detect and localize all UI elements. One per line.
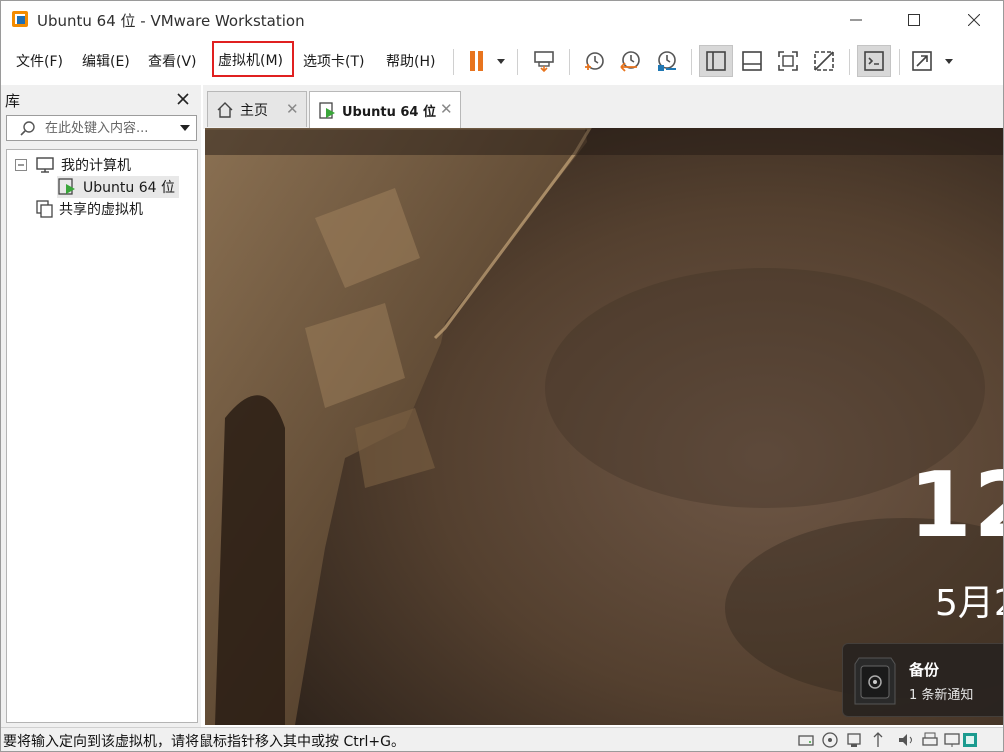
ubuntu-top-bar: [205, 128, 1003, 155]
unity-mode-icon: [814, 51, 834, 71]
tab-bar: 主页 ✕ Ubuntu 64 位 ✕: [203, 85, 1003, 129]
cd-dvd-icon[interactable]: [821, 731, 839, 749]
menu-vm[interactable]: 虚拟机(M): [212, 41, 294, 77]
menu-file[interactable]: 文件(F): [16, 51, 63, 73]
library-search-box[interactable]: [6, 115, 197, 141]
menu-edit[interactable]: 编辑(E): [82, 51, 130, 73]
stretch-guest-button[interactable]: [907, 45, 957, 77]
notification-body: 1 条新通知: [909, 688, 974, 703]
printer-icon[interactable]: [921, 731, 939, 749]
pause-button[interactable]: [459, 45, 507, 77]
collapse-icon[interactable]: [15, 159, 27, 171]
snapshot-icon: [585, 52, 604, 70]
revert-snapshot-button[interactable]: [613, 45, 647, 77]
library-title: 库: [5, 92, 21, 110]
library-panel: 库 我的计算机: [1, 85, 201, 727]
show-library-button[interactable]: [699, 45, 733, 77]
tree-item-my-computer[interactable]: 我的计算机: [15, 154, 131, 176]
snapshot-manager-button[interactable]: [649, 45, 683, 77]
pause-icon: [470, 51, 505, 71]
revert-snapshot-icon: [620, 51, 640, 72]
menu-toolbar: 文件(F) 编辑(E) 查看(V) 虚拟机(M) 选项卡(T) 帮助(H): [1, 39, 1003, 83]
vm-console[interactable]: 12 5月2 备份 1 条新通知: [205, 128, 1003, 725]
running-vm-icon: [58, 178, 75, 195]
backup-icon: [854, 657, 896, 705]
unity-mode-button[interactable]: [807, 45, 841, 77]
backup-notification[interactable]: 备份 1 条新通知: [842, 643, 1003, 717]
terminal-icon: [864, 51, 884, 71]
notification-title: 备份: [909, 661, 940, 679]
tab-label: 主页: [240, 102, 268, 119]
maximize-button[interactable]: [891, 1, 937, 39]
status-message: 要将输入定向到该虚拟机，请将鼠标指针移入其中或按 Ctrl+G。: [3, 734, 405, 750]
menu-help[interactable]: 帮助(H): [386, 51, 435, 73]
tab-label: Ubuntu 64 位: [342, 105, 436, 120]
thumbnail-bar-icon: [742, 51, 762, 71]
tree-item-ubuntu-vm[interactable]: Ubuntu 64 位: [57, 176, 179, 198]
library-tree: 我的计算机 Ubuntu 64 位 共享的虚拟机: [6, 149, 198, 723]
tree-item-label: 共享的虚拟机: [59, 202, 143, 218]
toolbar-separator: [517, 49, 518, 75]
tree-item-label: Ubuntu 64 位: [83, 180, 175, 196]
display-icon[interactable]: [943, 731, 961, 749]
search-icon: [20, 121, 35, 136]
tab-ubuntu-vm[interactable]: Ubuntu 64 位 ✕: [309, 91, 461, 129]
toolbar-separator: [453, 49, 454, 75]
library-close-button[interactable]: [177, 90, 189, 109]
snapshot-button[interactable]: [577, 45, 611, 77]
close-window-button[interactable]: [951, 1, 997, 39]
minimize-button[interactable]: [833, 1, 879, 39]
toolbar-separator: [899, 49, 900, 75]
vmware-window: Ubuntu 64 位 - VMware Workstation 文件(F) 编…: [0, 0, 1004, 752]
hard-disk-icon[interactable]: [797, 731, 815, 749]
maximize-icon: [908, 14, 920, 26]
library-header: 库: [1, 85, 201, 113]
minimize-icon: [850, 19, 862, 21]
lock-screen-wallpaper: [205, 128, 1003, 725]
lock-screen-date: 5月2: [935, 583, 1003, 624]
home-icon: [217, 101, 233, 118]
toolbar-separator: [691, 49, 692, 75]
computer-icon: [36, 157, 54, 173]
network-adapter-icon[interactable]: [845, 731, 863, 749]
status-bar: 要将输入定向到该虚拟机，请将鼠标指针移入其中或按 Ctrl+G。: [1, 727, 1003, 751]
tab-home[interactable]: 主页 ✕: [207, 91, 307, 127]
title-bar: Ubuntu 64 位 - VMware Workstation: [1, 1, 1003, 39]
snapshot-manager-icon: [658, 51, 676, 71]
library-view-icon: [706, 51, 726, 71]
chevron-down-icon[interactable]: [179, 123, 191, 133]
lock-screen-clock: 12: [909, 453, 1003, 558]
tree-item-shared-vms[interactable]: 共享的虚拟机: [35, 198, 143, 220]
close-icon: [177, 93, 189, 105]
send-keys-icon: [534, 51, 554, 73]
running-vm-icon: [319, 101, 335, 119]
toolbar-separator: [569, 49, 570, 75]
sound-card-icon[interactable]: [897, 731, 915, 749]
full-screen-icon: [778, 51, 798, 71]
stretch-icon: [912, 51, 953, 71]
usb-controller-icon[interactable]: [869, 731, 887, 749]
tab-close-icon[interactable]: ✕: [440, 100, 453, 118]
tree-item-label: 我的计算机: [61, 158, 131, 174]
message-log-icon[interactable]: [961, 731, 979, 749]
tab-close-icon[interactable]: ✕: [286, 100, 299, 118]
console-view-button[interactable]: [857, 45, 891, 77]
shared-vms-icon: [36, 200, 53, 218]
full-screen-button[interactable]: [771, 45, 805, 77]
menu-tabs[interactable]: 选项卡(T): [303, 51, 364, 73]
menu-view[interactable]: 查看(V): [148, 51, 197, 73]
close-icon: [968, 14, 980, 26]
library-search-input[interactable]: [45, 118, 171, 138]
thumbnail-bar-button[interactable]: [735, 45, 769, 77]
send-ctrl-alt-del-button[interactable]: [527, 45, 561, 77]
window-title: Ubuntu 64 位 - VMware Workstation: [37, 12, 305, 30]
toolbar-separator: [849, 49, 850, 75]
vmware-app-icon: [12, 11, 28, 27]
